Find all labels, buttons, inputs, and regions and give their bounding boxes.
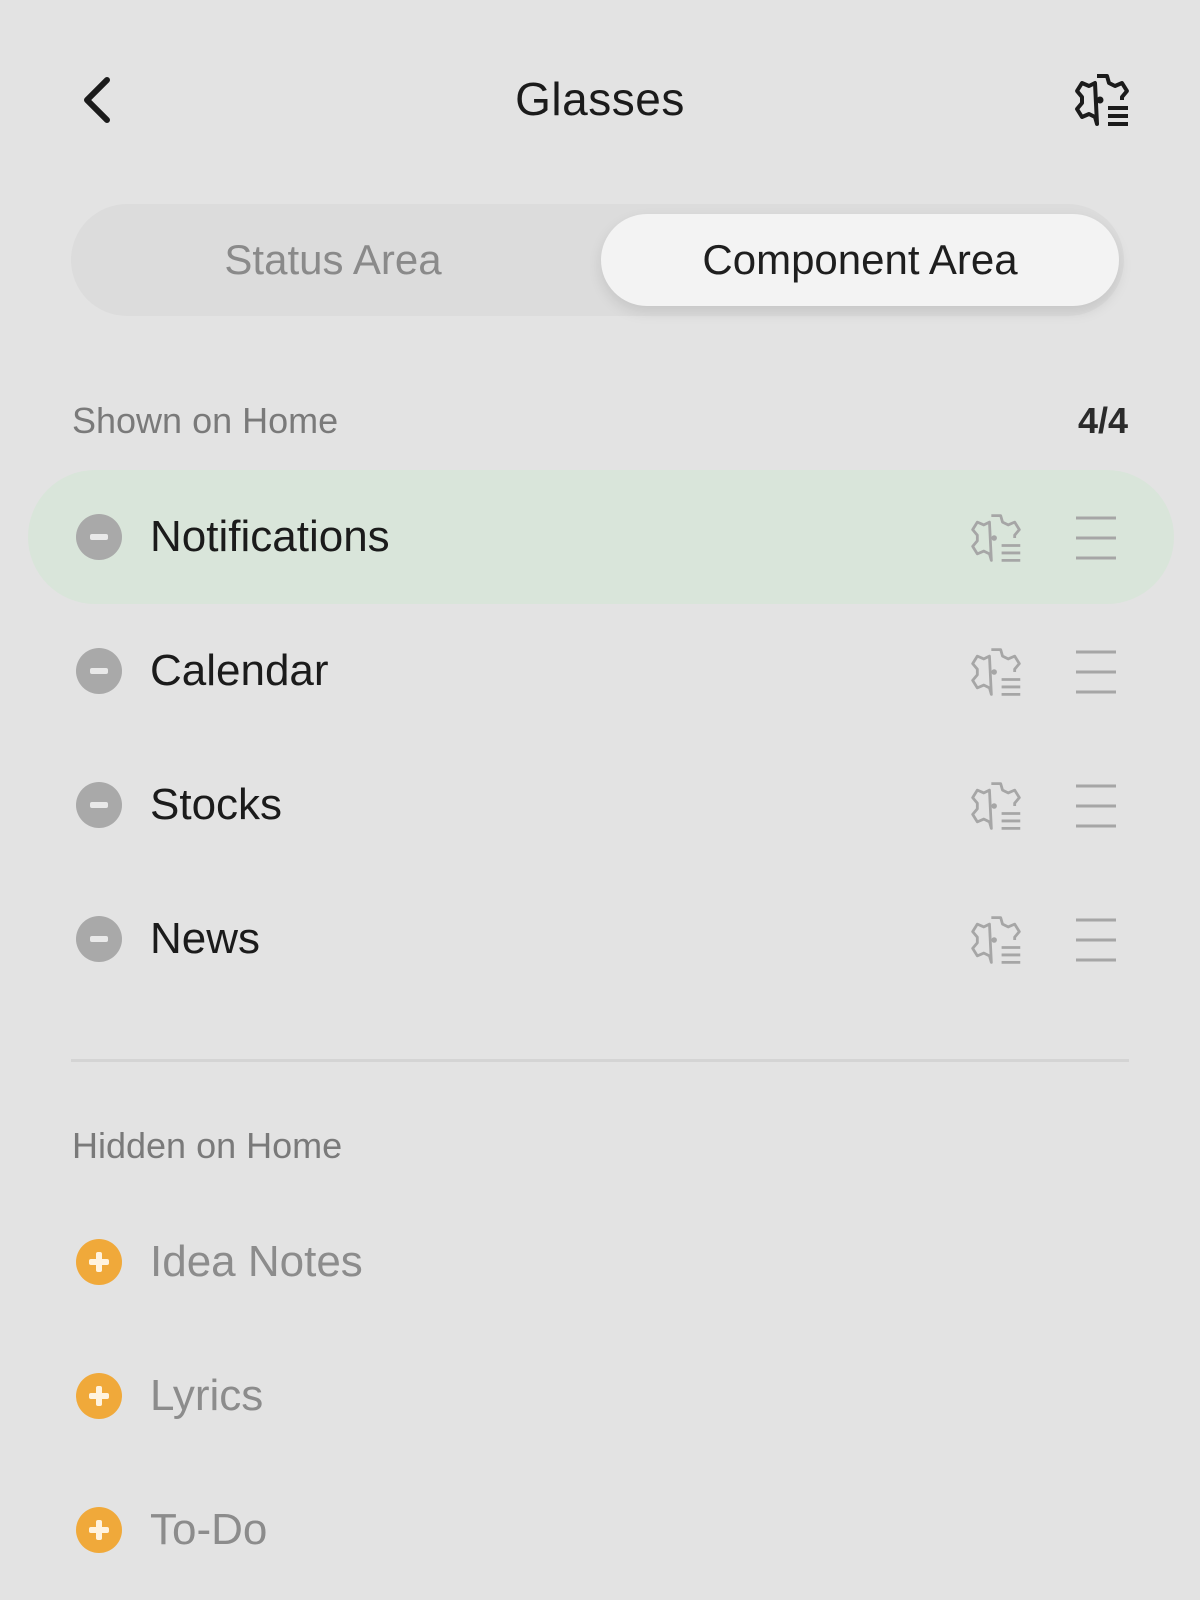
tab-component-area[interactable]: Component Area	[601, 214, 1119, 306]
minus-icon	[90, 534, 108, 540]
list-item[interactable]: Calendar	[28, 604, 1174, 738]
item-label: Notifications	[150, 512, 390, 561]
minus-icon	[90, 802, 108, 808]
gear-list-icon[interactable]	[968, 644, 1024, 700]
drag-handle-icon[interactable]	[1074, 916, 1118, 964]
drag-handle-icon[interactable]	[1074, 514, 1118, 562]
list-item[interactable]: Lyrics	[28, 1329, 1174, 1463]
header: Glasses	[0, 0, 1200, 200]
drag-handle-icon[interactable]	[1074, 648, 1118, 696]
add-button[interactable]	[76, 1373, 122, 1419]
plus-icon	[89, 1520, 109, 1540]
list-item[interactable]: To-Do	[28, 1463, 1174, 1597]
drag-handle-icon[interactable]	[1074, 782, 1118, 830]
add-button[interactable]	[76, 1507, 122, 1553]
item-label: Calendar	[150, 646, 329, 695]
settings-button[interactable]	[1070, 68, 1134, 132]
gear-list-icon[interactable]	[968, 510, 1024, 566]
plus-icon	[89, 1252, 109, 1272]
add-button[interactable]	[76, 1239, 122, 1285]
section-divider	[71, 1059, 1129, 1062]
item-label: To-Do	[150, 1505, 268, 1554]
item-label: Idea Notes	[150, 1237, 363, 1286]
list-item[interactable]: Stocks	[28, 738, 1174, 872]
remove-button[interactable]	[76, 782, 122, 828]
hidden-section-label: Hidden on Home	[72, 1125, 343, 1166]
item-label: Stocks	[150, 780, 283, 829]
tab-status-area[interactable]: Status Area	[81, 214, 585, 306]
gear-list-icon[interactable]	[968, 778, 1024, 834]
minus-icon	[90, 936, 108, 942]
item-label: News	[150, 914, 261, 963]
remove-button[interactable]	[76, 916, 122, 962]
item-label: Lyrics	[150, 1371, 264, 1420]
shown-count: 4/4	[1077, 400, 1128, 441]
list-item[interactable]: News	[28, 872, 1174, 1006]
area-tabs: Status Area Component Area	[71, 204, 1124, 316]
gear-list-icon	[1075, 74, 1129, 126]
page-title: Glasses	[515, 73, 685, 125]
shown-section-label: Shown on Home	[72, 400, 339, 441]
remove-button[interactable]	[76, 514, 122, 560]
gear-list-icon[interactable]	[968, 912, 1024, 968]
plus-icon	[89, 1386, 109, 1406]
list-item[interactable]: Notifications	[28, 470, 1174, 604]
minus-icon	[90, 668, 108, 674]
remove-button[interactable]	[76, 648, 122, 694]
list-item[interactable]: Idea Notes	[28, 1195, 1174, 1329]
